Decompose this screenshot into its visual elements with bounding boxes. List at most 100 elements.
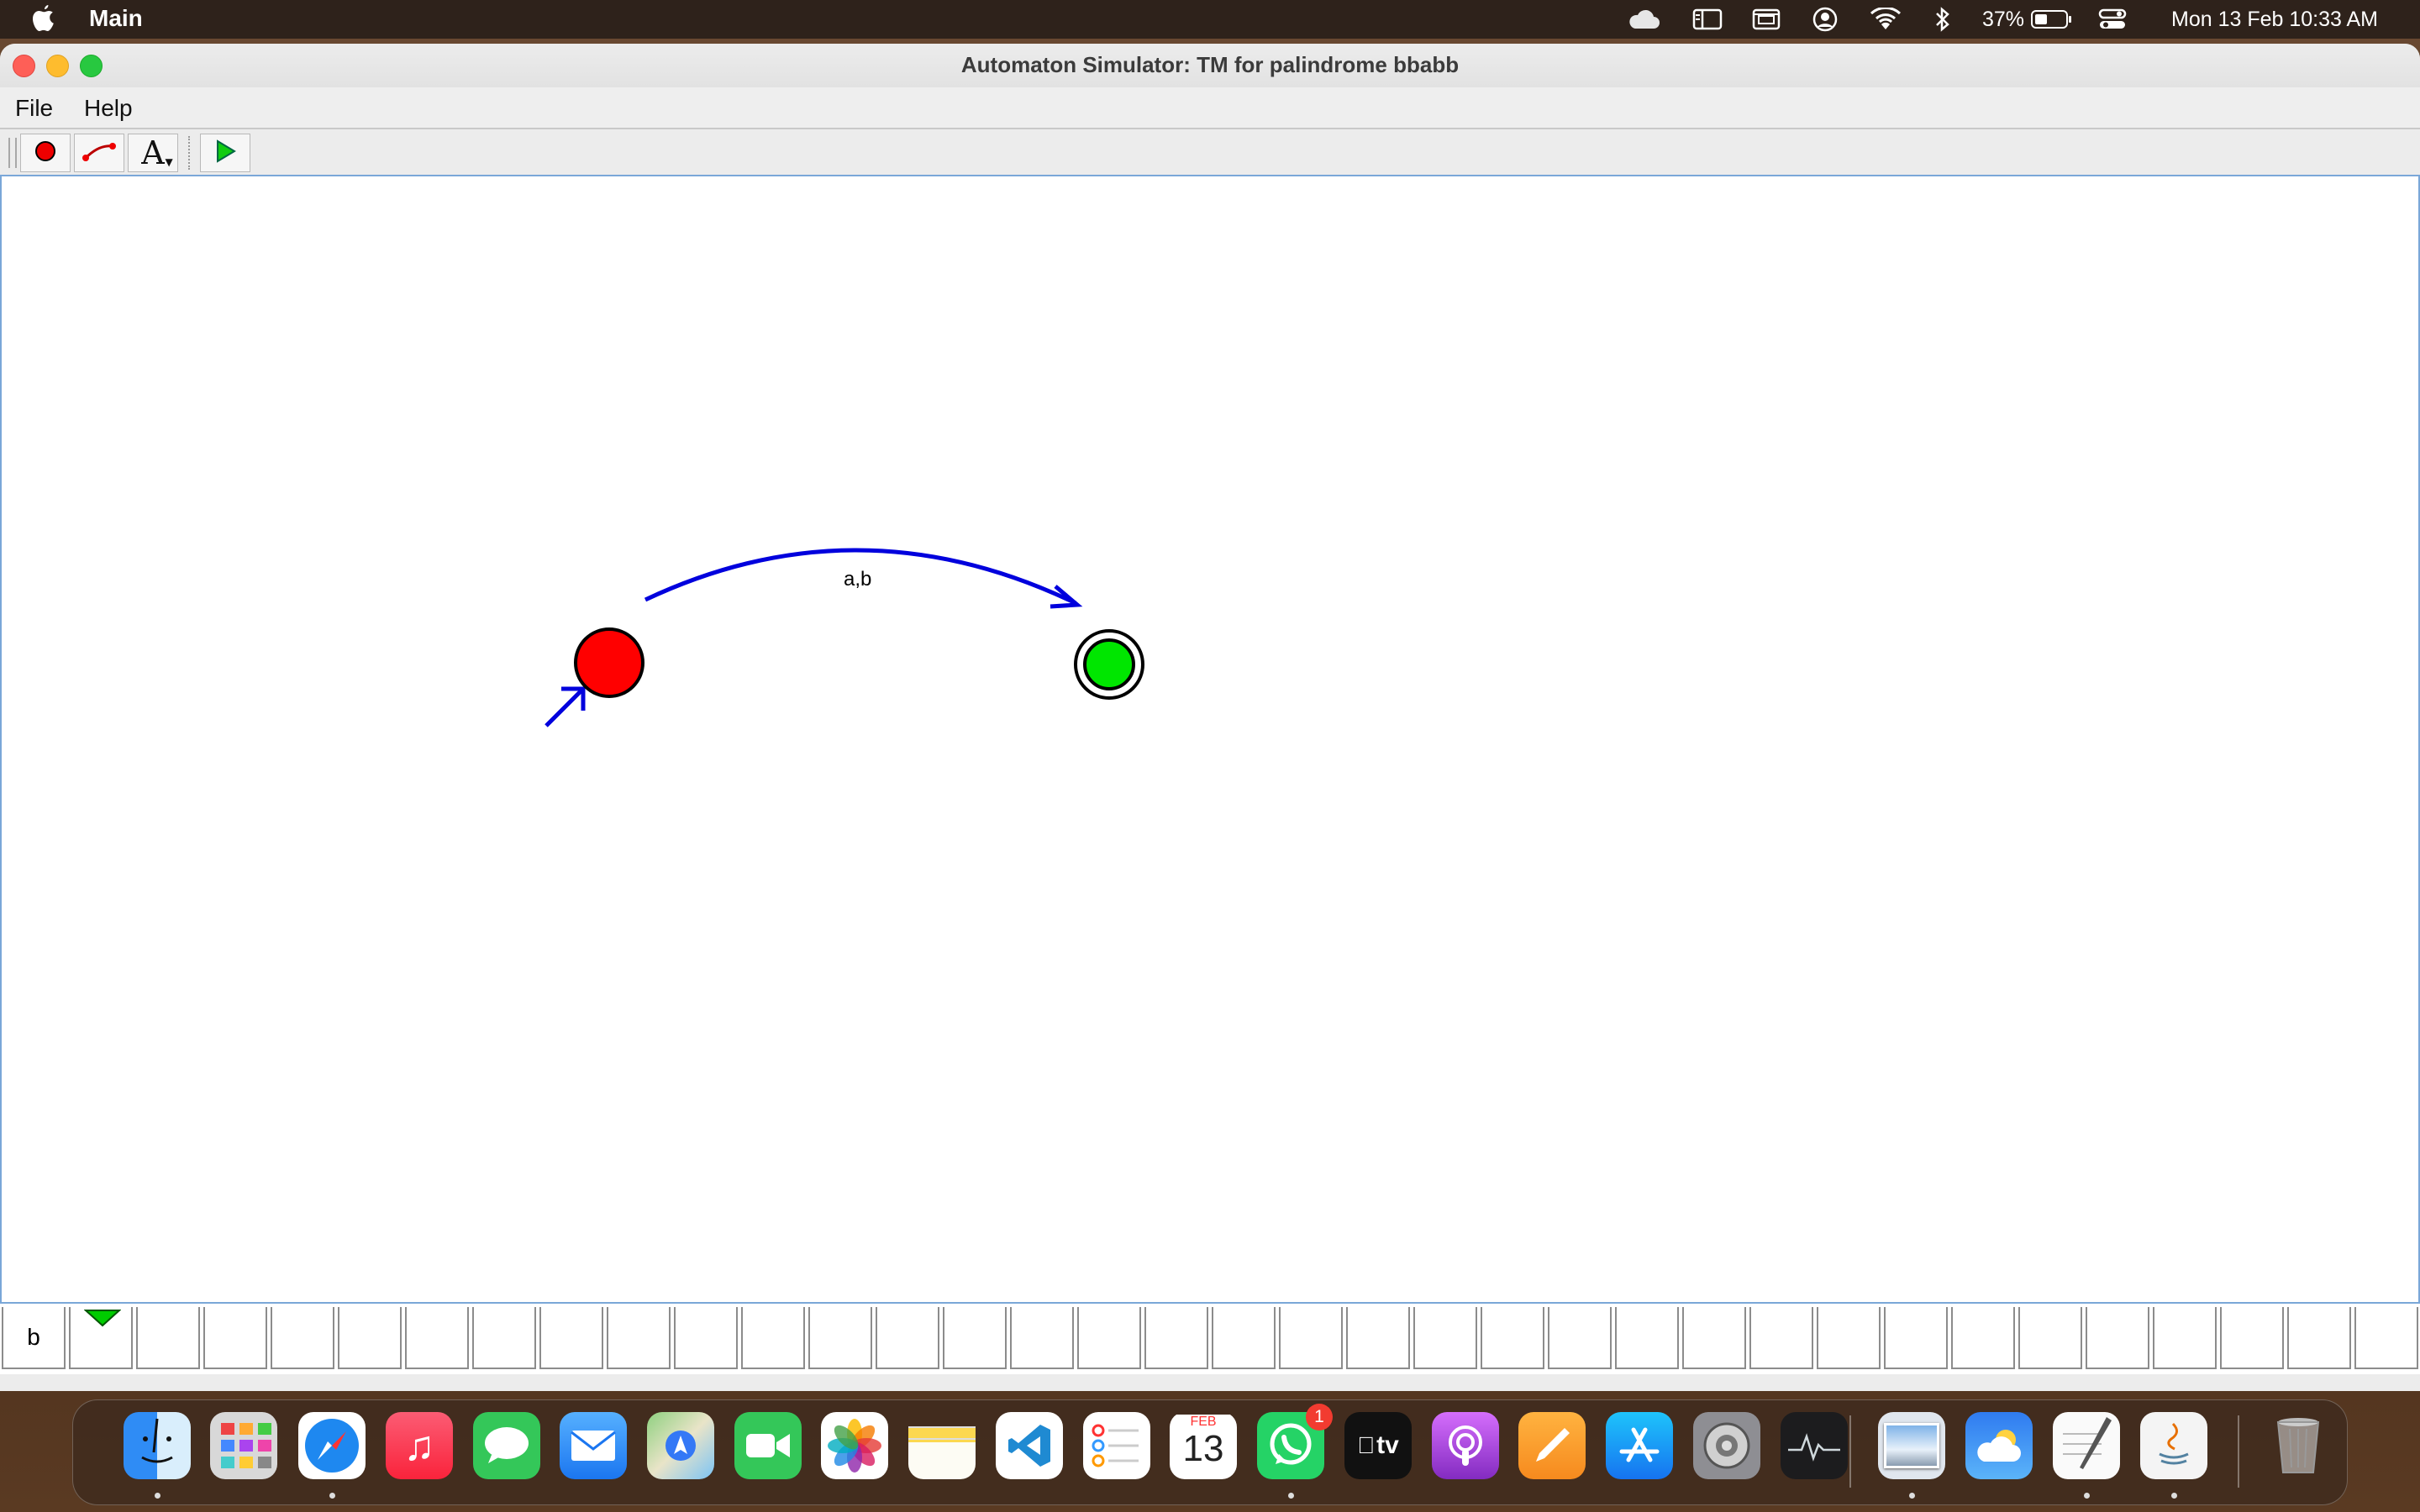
dock-item[interactable] <box>2265 1412 2332 1479</box>
dock-item[interactable]: tv <box>1344 1412 1412 1479</box>
tape-cell[interactable] <box>943 1307 1007 1369</box>
battery-icon[interactable] <box>2028 0 2075 39</box>
initial-state-arrow <box>544 686 586 727</box>
bluetooth-icon[interactable] <box>1929 0 1956 39</box>
tape-cell[interactable] <box>876 1307 939 1369</box>
tape-cell[interactable] <box>2354 1307 2418 1369</box>
dock-item[interactable] <box>821 1412 888 1479</box>
sidebar-icon[interactable] <box>1691 0 1724 39</box>
app-menu-bar: File Help <box>0 87 2420 129</box>
tape-cell[interactable] <box>1212 1307 1276 1369</box>
wifi-icon[interactable] <box>1867 0 1904 39</box>
apple-menu-icon[interactable] <box>30 3 57 34</box>
screen-mirroring-icon[interactable] <box>1749 0 1783 39</box>
tape-cell[interactable] <box>2220 1307 2284 1369</box>
running-indicator <box>2084 1493 2090 1499</box>
dock-item[interactable] <box>560 1412 627 1479</box>
tape-cell[interactable] <box>1548 1307 1612 1369</box>
tape-cell[interactable] <box>1346 1307 1410 1369</box>
tape-cell[interactable] <box>1144 1307 1208 1369</box>
calendar-day: 13 <box>1182 1428 1224 1469</box>
dock-item[interactable]: FEB 13 <box>1170 1412 1237 1479</box>
running-indicator <box>2171 1493 2177 1499</box>
tape-cell[interactable] <box>808 1307 872 1369</box>
dock-item[interactable] <box>1965 1412 2033 1479</box>
icloud-icon[interactable] <box>1625 0 1662 39</box>
tape-cell[interactable] <box>338 1307 402 1369</box>
tape-cell[interactable] <box>472 1307 536 1369</box>
menu-help[interactable]: Help <box>84 95 133 122</box>
finder-icon <box>124 1412 191 1479</box>
add-transition-button[interactable] <box>74 134 124 172</box>
tape-cell[interactable] <box>1279 1307 1343 1369</box>
activity-monitor-icon <box>1781 1412 1848 1479</box>
dock-item[interactable] <box>647 1412 714 1479</box>
tape-cell[interactable] <box>607 1307 671 1369</box>
tape-cell[interactable] <box>2086 1307 2149 1369</box>
text-tool-button[interactable]: A ▼ <box>128 134 178 172</box>
dock-item[interactable] <box>1606 1412 1673 1479</box>
dock-item[interactable]: ♫ <box>386 1412 453 1479</box>
tape-cell[interactable] <box>539 1307 603 1369</box>
tape-cell[interactable] <box>1884 1307 1948 1369</box>
messages-icon <box>473 1412 540 1479</box>
dock-item[interactable] <box>996 1412 1063 1479</box>
tape-cell[interactable] <box>1817 1307 1881 1369</box>
add-transition-icon <box>81 139 118 167</box>
dock-item[interactable] <box>298 1412 366 1479</box>
dock-item[interactable] <box>1432 1412 1499 1479</box>
tape-cell[interactable] <box>2153 1307 2217 1369</box>
tape-cell[interactable] <box>1481 1307 1544 1369</box>
dock-item[interactable] <box>908 1412 976 1479</box>
dock-item[interactable] <box>1693 1412 1760 1479</box>
state-accepting[interactable] <box>1074 629 1144 700</box>
dock-item[interactable] <box>210 1412 277 1479</box>
tape-cell[interactable] <box>1077 1307 1141 1369</box>
tape: b <box>0 1302 2420 1376</box>
tape-cell[interactable] <box>2018 1307 2082 1369</box>
safari-icon <box>298 1412 366 1479</box>
control-center-icon[interactable] <box>2096 0 2129 39</box>
automaton-canvas[interactable]: a,b <box>0 175 2420 1304</box>
tape-cell[interactable] <box>203 1307 267 1369</box>
title-bar[interactable]: Automaton Simulator: TM for palindrome b… <box>0 44 2420 88</box>
tape-cell[interactable] <box>271 1307 334 1369</box>
dock-item[interactable] <box>734 1412 802 1479</box>
transition-label[interactable]: a,b <box>844 568 871 591</box>
dock-item[interactable] <box>1083 1412 1150 1479</box>
dock-item[interactable] <box>2053 1412 2120 1479</box>
add-state-button[interactable] <box>20 134 71 172</box>
clock[interactable]: Mon 13 Feb 10:33 AM <box>2153 0 2396 39</box>
tape-cell[interactable] <box>2287 1307 2351 1369</box>
toolbar-grip[interactable] <box>8 138 17 168</box>
dock-item[interactable] <box>124 1412 191 1479</box>
dock-item[interactable] <box>2140 1412 2207 1479</box>
tape-cell[interactable] <box>1682 1307 1746 1369</box>
tape-cell[interactable] <box>1413 1307 1477 1369</box>
active-app-name[interactable]: Main <box>89 5 143 32</box>
state-initial[interactable] <box>574 627 644 698</box>
dock-item[interactable] <box>1878 1412 1945 1479</box>
tape-cell[interactable] <box>1010 1307 1074 1369</box>
notes-icon <box>908 1412 976 1479</box>
notification-badge: 1 <box>1306 1404 1333 1431</box>
text-tool-icon: A ▼ <box>141 134 173 171</box>
user-account-icon[interactable] <box>1808 0 1842 39</box>
pages-icon <box>1518 1412 1586 1479</box>
dock-item[interactable] <box>1518 1412 1586 1479</box>
tape-cell[interactable] <box>1749 1307 1813 1369</box>
tape-cell[interactable] <box>674 1307 738 1369</box>
tape-cell[interactable] <box>405 1307 469 1369</box>
tape-cell[interactable]: b <box>2 1307 66 1369</box>
tape-cell[interactable] <box>741 1307 805 1369</box>
tape-cell[interactable] <box>1615 1307 1679 1369</box>
window-title: Automaton Simulator: TM for palindrome b… <box>960 52 1460 77</box>
dock-separator <box>2238 1415 2239 1488</box>
dock-item[interactable] <box>1781 1412 1848 1479</box>
menu-file[interactable]: File <box>15 95 53 122</box>
dock-item[interactable] <box>473 1412 540 1479</box>
tape-cell[interactable] <box>136 1307 200 1369</box>
tape-cell[interactable] <box>1951 1307 2015 1369</box>
run-button[interactable] <box>200 134 250 172</box>
app-window: Automaton Simulator: TM for palindrome b… <box>0 44 2420 1391</box>
